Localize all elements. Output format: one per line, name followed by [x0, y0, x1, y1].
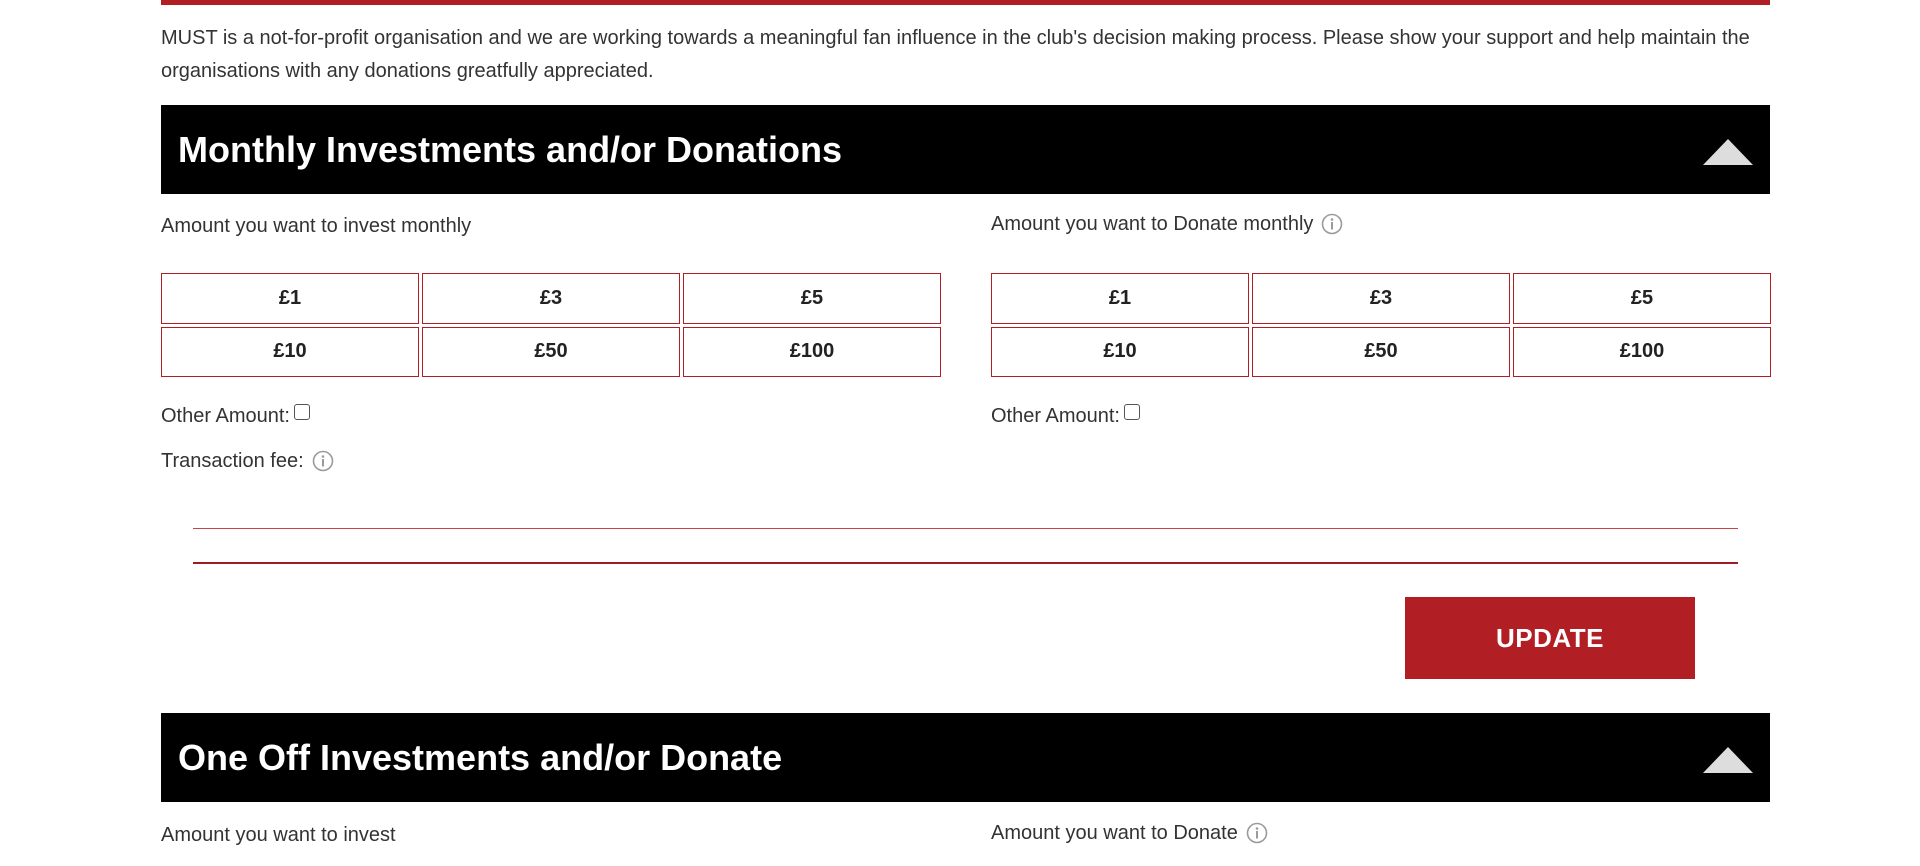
invest-monthly-label: Amount you want to invest monthly: [161, 214, 471, 238]
oneoff-section-header[interactable]: One Off Investments and/or Donate: [161, 713, 1770, 802]
invest-monthly-amount-grid: £1 £3 £5 £10 £50 £100: [161, 273, 941, 377]
info-icon[interactable]: [312, 450, 334, 472]
transaction-fee: Transaction fee:: [161, 449, 334, 473]
donate-amount-option[interactable]: £50: [1252, 326, 1510, 377]
info-icon[interactable]: [1321, 213, 1343, 235]
invest-amount-option[interactable]: £10: [161, 326, 419, 377]
intro-text: MUST is a not-for-profit organisation an…: [161, 27, 1750, 82]
donate-amount-option[interactable]: £1: [991, 273, 1249, 324]
donate-monthly-label-text: Amount you want to Donate monthly: [991, 213, 1314, 235]
donate-amount-option[interactable]: £10: [991, 326, 1249, 377]
invest-oneoff-label-text: Amount you want to invest: [161, 824, 396, 846]
donate-amount-option[interactable]: £3: [1252, 273, 1510, 324]
divider-line: [193, 562, 1738, 564]
donate-amount-option[interactable]: £5: [1513, 273, 1771, 324]
donate-monthly-label: Amount you want to Donate monthly: [991, 212, 1343, 236]
invest-amount-option[interactable]: £3: [422, 273, 680, 324]
top-accent-rule: [161, 0, 1770, 5]
donate-oneoff-label-text: Amount you want to Donate: [991, 822, 1238, 844]
oneoff-section-title: One Off Investments and/or Donate: [178, 737, 783, 778]
invest-amount-option[interactable]: £50: [422, 326, 680, 377]
invest-amount-option[interactable]: £100: [683, 326, 941, 377]
donate-oneoff-label: Amount you want to Donate: [991, 821, 1268, 845]
monthly-section-title: Monthly Investments and/or Donations: [178, 129, 843, 170]
invest-other-amount-checkbox[interactable]: [293, 404, 310, 420]
info-icon[interactable]: [1246, 822, 1268, 844]
donate-other-amount-label: Other Amount:: [991, 405, 1120, 427]
divider-line: [193, 528, 1738, 529]
invest-other-amount: Other Amount:: [161, 404, 310, 428]
donate-other-amount: Other Amount:: [991, 404, 1140, 428]
invest-amount-option[interactable]: £1: [161, 273, 419, 324]
collapse-triangle-icon[interactable]: [1703, 137, 1753, 165]
invest-oneoff-label: Amount you want to invest: [161, 823, 396, 847]
donate-monthly-amount-grid: £1 £3 £5 £10 £50 £100: [991, 273, 1771, 377]
update-button[interactable]: UPDATE: [1405, 597, 1695, 679]
transaction-fee-label: Transaction fee:: [161, 450, 304, 472]
donate-other-amount-checkbox[interactable]: [1123, 404, 1140, 420]
invest-monthly-label-text: Amount you want to invest monthly: [161, 215, 472, 237]
invest-other-amount-label: Other Amount:: [161, 405, 290, 427]
donate-amount-option[interactable]: £100: [1513, 326, 1771, 377]
invest-amount-option[interactable]: £5: [683, 273, 941, 324]
collapse-triangle-icon[interactable]: [1703, 745, 1753, 773]
monthly-section-header[interactable]: Monthly Investments and/or Donations: [161, 105, 1770, 194]
